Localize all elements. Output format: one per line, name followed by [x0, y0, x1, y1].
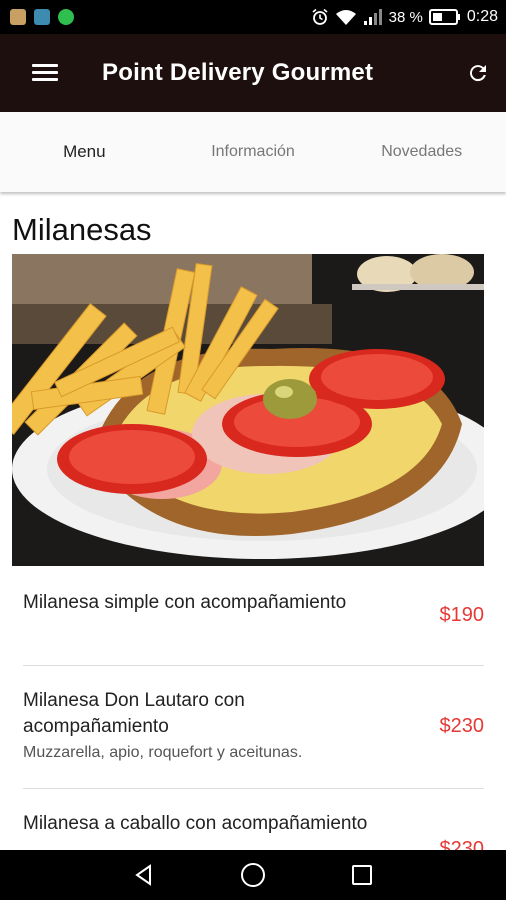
- refresh-icon[interactable]: [466, 61, 490, 85]
- item-name: Milanesa a caballo con acompañamiento: [23, 813, 368, 834]
- back-icon[interactable]: [129, 860, 159, 890]
- tab-bar: Menu Información Novedades: [0, 112, 506, 192]
- clock: 0:28: [466, 8, 498, 25]
- wifi-icon: [335, 10, 356, 25]
- status-bar: 38 % 0:28: [0, 0, 506, 34]
- menu-item[interactable]: Milanesa simple con acompañamiento: [23, 590, 484, 616]
- milanesa-photo: [12, 254, 484, 566]
- gallery-notification-icon: [34, 9, 50, 25]
- menu-item[interactable]: Milanesa Don Lautaro con acompañamiento …: [23, 688, 484, 764]
- item-name: Milanesa simple con acompañamiento: [23, 592, 347, 613]
- whatsapp-notification-icon: [58, 9, 74, 25]
- app-notification-icon: [10, 9, 26, 25]
- item-name: Milanesa Don Lautaro con acompañamiento: [23, 690, 245, 737]
- menu-content[interactable]: Milanesas Milanesa simple con acompañami…: [0, 192, 506, 850]
- tab-menu[interactable]: Menu: [0, 112, 169, 192]
- alarm-icon: [312, 8, 328, 25]
- section-title: Milanesas: [12, 212, 152, 247]
- app-title: Point Delivery Gourmet: [102, 59, 374, 86]
- recents-icon[interactable]: [347, 860, 377, 890]
- home-icon[interactable]: [238, 860, 268, 890]
- tab-novedades[interactable]: Novedades: [337, 112, 506, 192]
- battery-percent: 38 %: [388, 8, 423, 26]
- battery-icon: [428, 9, 460, 25]
- signal-icon: [363, 9, 382, 25]
- navigation-bar: [0, 850, 506, 900]
- notification-area: [10, 9, 74, 25]
- menu-item[interactable]: Milanesa a caballo con acompañamiento: [23, 811, 484, 837]
- item-price: $230: [439, 838, 485, 850]
- item-description: Muzzarella, apio, roquefort y aceitunas.: [23, 744, 303, 761]
- item-price: $190: [439, 604, 485, 626]
- tab-informacion[interactable]: Información: [169, 112, 338, 192]
- system-status: 38 % 0:28: [311, 8, 498, 26]
- divider: [23, 665, 484, 666]
- item-price: $230: [439, 715, 485, 737]
- menu-icon[interactable]: [32, 63, 60, 83]
- divider: [23, 788, 484, 789]
- app-bar: Point Delivery Gourmet: [0, 34, 506, 112]
